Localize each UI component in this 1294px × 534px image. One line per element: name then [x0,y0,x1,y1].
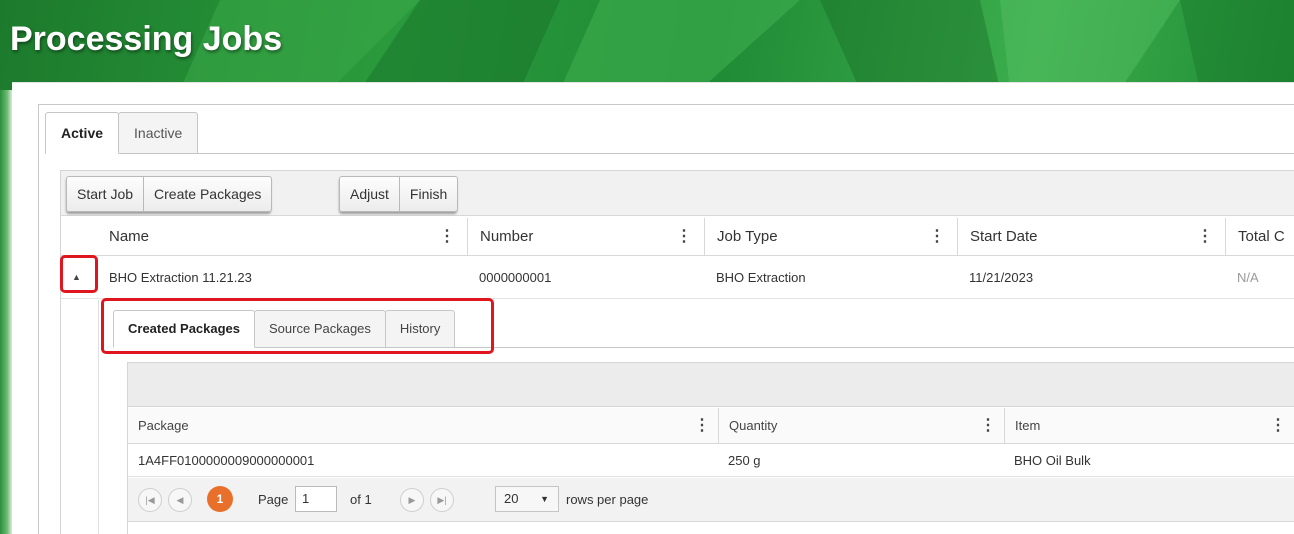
column-header-label: Name [109,228,150,245]
rows-per-page-value: 20 [504,491,519,506]
rows-per-page-label: rows per page [566,492,649,507]
jobs-grid-header: Name ⋮ Number ⋮ Job Type ⋮ Start Date ⋮ … [61,218,1294,256]
job-type: BHO Extraction [716,270,806,285]
column-header-name[interactable]: Name ⋮ [97,218,467,256]
column-header-number[interactable]: Number ⋮ [467,218,704,256]
kebab-menu-icon[interactable]: ⋮ [980,408,996,444]
column-header-label: Item [1015,418,1041,433]
package-item: BHO Oil Bulk [1014,453,1091,468]
pager: |◀ ◀ 1 Page 1 of 1 ▶ ▶| 20 ▼ rows per pa… [128,478,1294,522]
job-name: BHO Extraction 11.21.23 [109,270,252,285]
prev-page-icon[interactable]: ◀ [168,488,192,512]
adjust-button[interactable]: Adjust [339,176,400,212]
column-header-label: Number [480,228,534,245]
first-page-icon[interactable]: |◀ [138,488,162,512]
packages-toolbar [128,363,1294,407]
column-header-label: Quantity [729,418,778,433]
kebab-menu-icon[interactable]: ⋮ [929,218,945,256]
column-header-label: Total C [1238,228,1285,245]
rows-per-page-select[interactable]: 20 ▼ [495,486,559,512]
column-header-quantity[interactable]: Quantity ⋮ [718,408,1004,444]
toolbar-group-1: Start Job Create Packages [66,176,273,212]
page-count-label: of 1 [350,492,372,507]
toolbar-group-2: Adjust Finish [339,176,459,212]
job-number: 0000000001 [479,270,552,285]
current-page-badge[interactable]: 1 [207,486,233,512]
column-header-label: Job Type [717,228,778,245]
highlight-expand-toggle [60,255,98,293]
next-page-icon[interactable]: ▶ [400,488,424,512]
detail-divider [98,300,99,534]
kebab-menu-icon[interactable]: ⋮ [694,408,710,444]
column-header-item[interactable]: Item ⋮ [1004,408,1294,444]
column-header-label: Package [138,418,189,433]
column-header-start-date[interactable]: Start Date ⋮ [957,218,1225,256]
kebab-menu-icon[interactable]: ⋮ [439,218,455,256]
tab-inactive[interactable]: Inactive [118,112,199,154]
chevron-down-icon: ▼ [540,494,549,504]
last-page-icon[interactable]: ▶| [430,488,454,512]
tab-created-packages[interactable]: Created Packages [113,310,256,348]
table-row[interactable]: 1A4FF0100000009000000001 250 g BHO Oil B… [128,445,1294,477]
column-header-job-type[interactable]: Job Type ⋮ [704,218,957,256]
kebab-menu-icon[interactable]: ⋮ [1270,408,1286,444]
package-quantity: 250 g [728,453,761,468]
packages-grid-header: Package ⋮ Quantity ⋮ Item ⋮ [128,408,1294,444]
table-row[interactable]: BHO Extraction 11.21.23 0000000001 BHO E… [61,257,1294,299]
page-number-input[interactable]: 1 [295,486,337,512]
tab-active[interactable]: Active [45,112,120,154]
left-shade [0,90,12,534]
column-header-total[interactable]: Total C [1225,218,1294,256]
tabs-divider [45,153,1294,154]
column-header-package[interactable]: Package ⋮ [128,408,718,444]
page-label: Page [258,492,289,507]
page-banner: Processing Jobs [0,0,1294,90]
job-start-date: 11/21/2023 [969,270,1034,285]
main-tabs: Active Inactive [45,112,199,154]
finish-button[interactable]: Finish [398,176,459,212]
start-job-button[interactable]: Start Job [66,176,145,212]
kebab-menu-icon[interactable]: ⋮ [676,218,692,256]
package-tag: 1A4FF0100000009000000001 [138,453,315,468]
column-header-label: Start Date [970,228,1038,245]
kebab-menu-icon[interactable]: ⋮ [1197,218,1213,256]
create-packages-button[interactable]: Create Packages [143,176,273,212]
job-total: N/A [1237,270,1259,285]
page-title: Processing Jobs [10,20,283,58]
